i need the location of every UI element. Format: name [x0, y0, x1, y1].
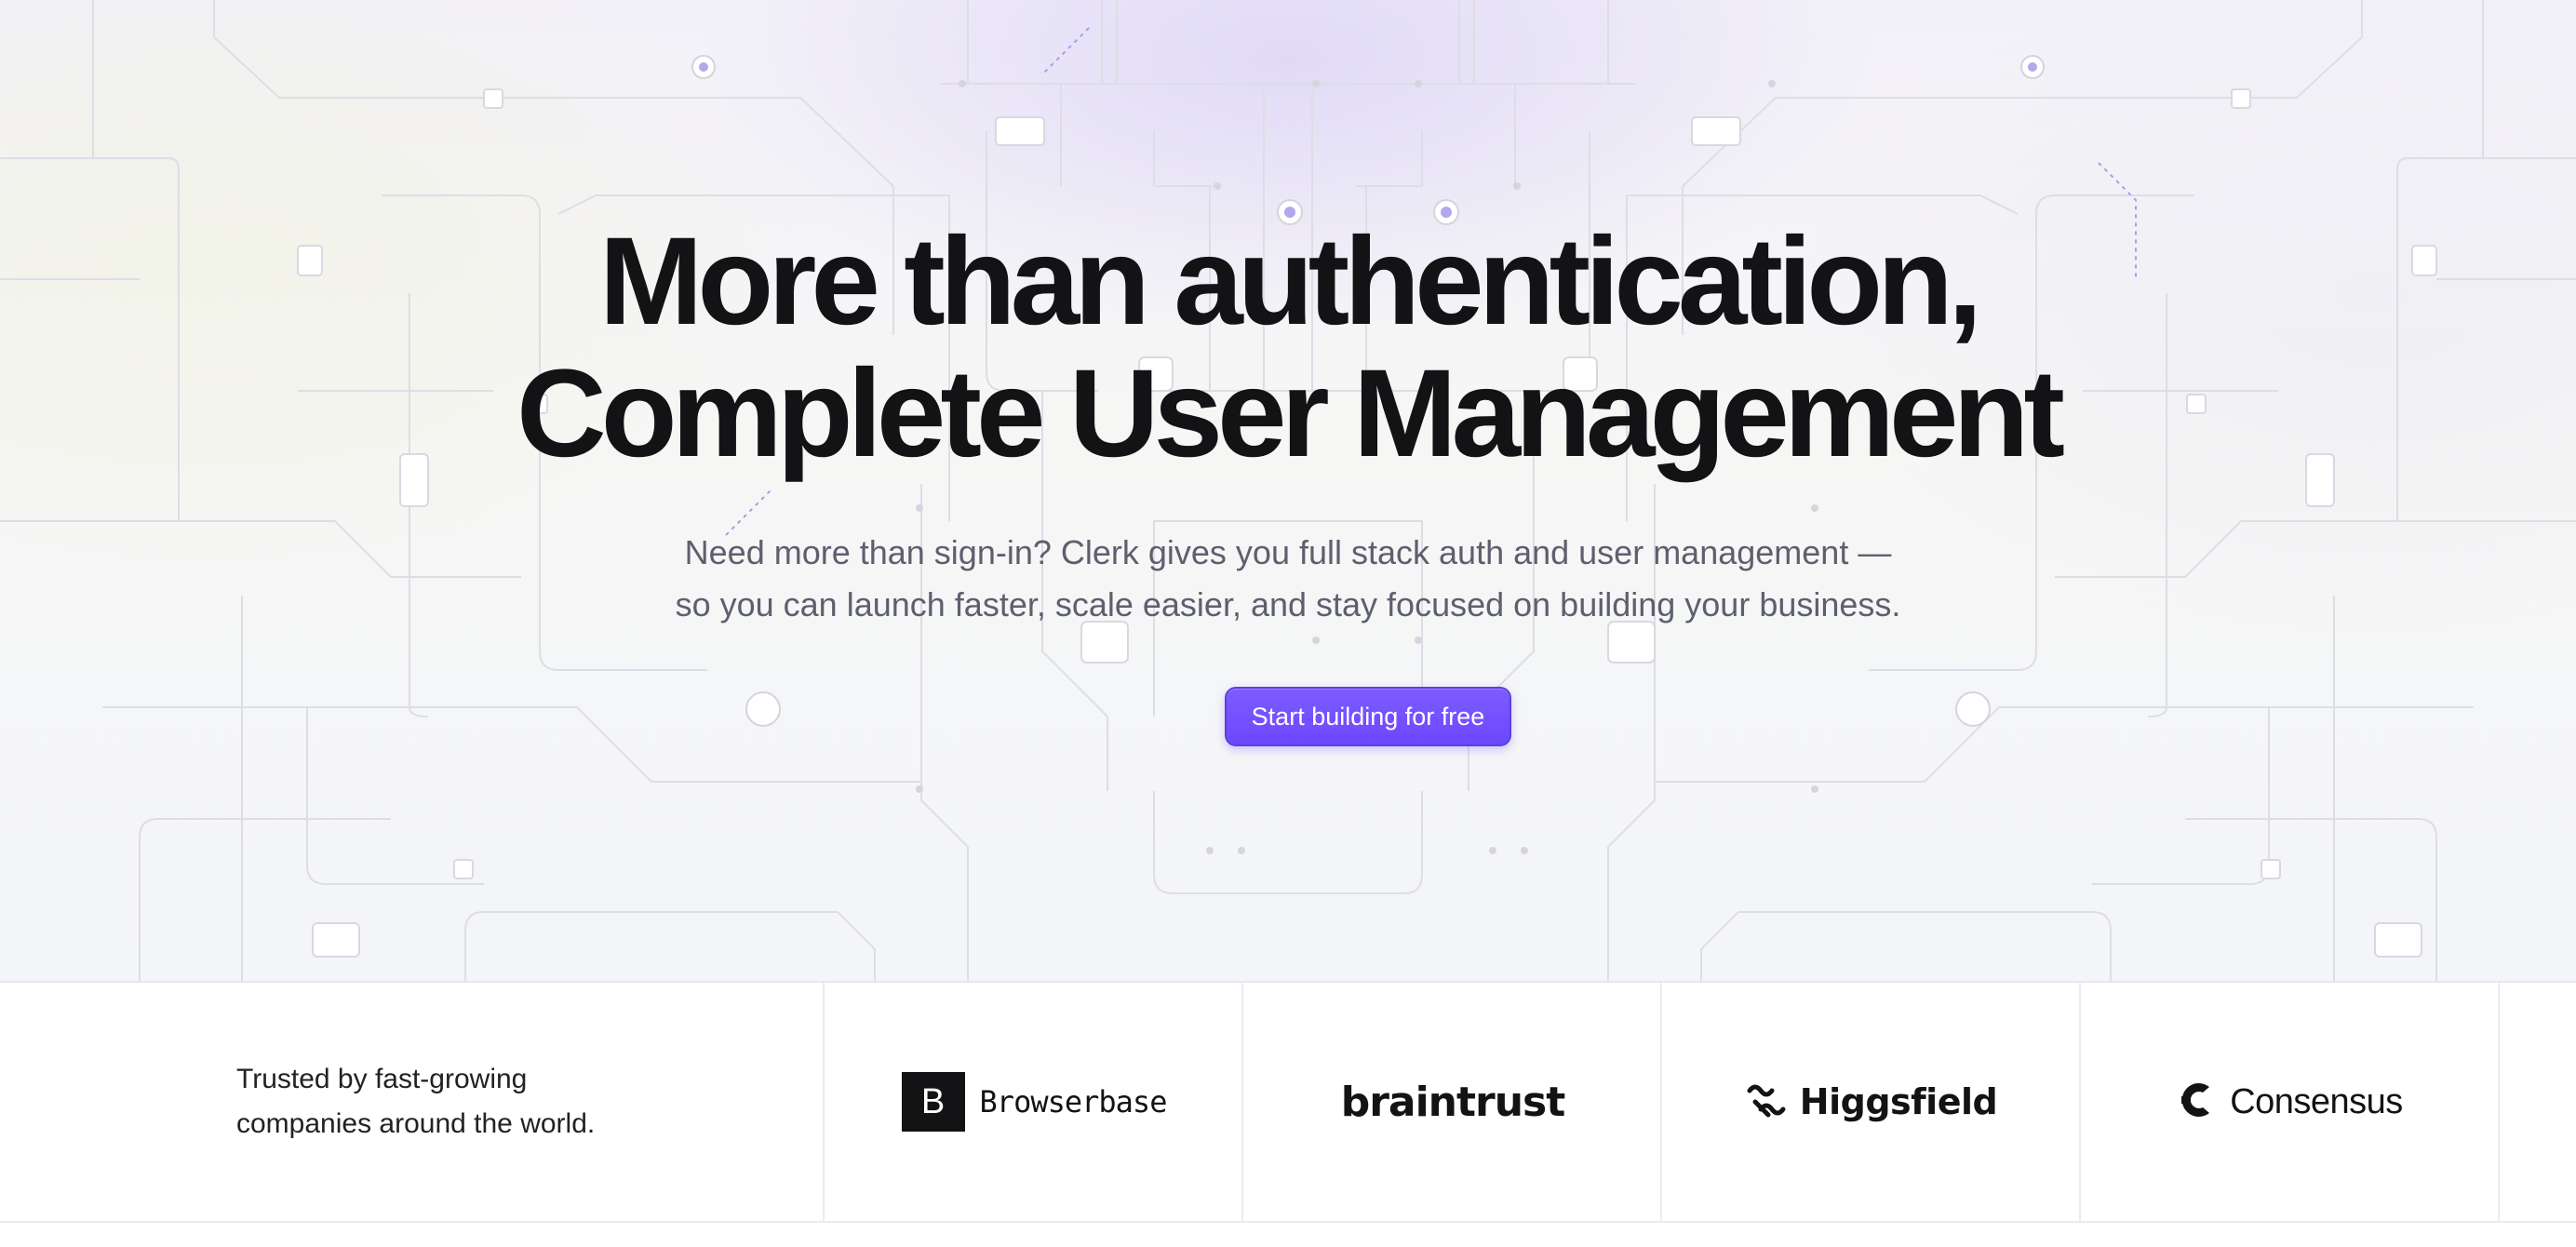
hero-title: More than authentication, Complete User … [0, 216, 2576, 480]
logo-browserbase[interactable]: B Browserbase [823, 983, 1243, 1221]
hero-subtitle-line-2: so you can launch faster, scale easier, … [675, 585, 1901, 624]
trusted-by-text: Trusted by fast-growing companies around… [236, 1057, 758, 1146]
hero-subtitle-line-1: Need more than sign-in? Clerk gives you … [684, 533, 1892, 571]
hero-title-line-2: Complete User Management [517, 344, 2065, 483]
logo-consensus-name: Consensus [2230, 1081, 2403, 1121]
trusted-by-line-1: Trusted by fast-growing [236, 1064, 528, 1094]
logo-higgsfield-name: Higgsfield [1799, 1081, 1998, 1122]
trusted-by-section: Trusted by fast-growing companies around… [0, 983, 2576, 1223]
logo-cell-divider [2498, 983, 2576, 1221]
hero-section: More than authentication, Complete User … [0, 0, 2576, 983]
hero-subtitle: Need more than sign-in? Clerk gives you … [0, 527, 2576, 631]
hero-title-line-1: More than authentication, [598, 212, 1982, 351]
logo-braintrust-name: braintrust [1340, 1078, 1566, 1126]
trusted-by-line-2: companies around the world. [236, 1108, 596, 1139]
logo-braintrust[interactable]: braintrust [1241, 983, 1662, 1221]
start-building-button[interactable]: Start building for free [1225, 687, 1511, 746]
higgsfield-icon [1746, 1081, 1787, 1123]
browserbase-logo: B [901, 1072, 965, 1132]
consensus-icon [2178, 1079, 2217, 1125]
circuit-background [0, 0, 2576, 981]
logo-consensus[interactable]: Consensus [2079, 983, 2500, 1221]
logo-browserbase-name: Browserbase [979, 1084, 1168, 1120]
logo-higgsfield[interactable]: Higgsfield [1660, 983, 2081, 1221]
